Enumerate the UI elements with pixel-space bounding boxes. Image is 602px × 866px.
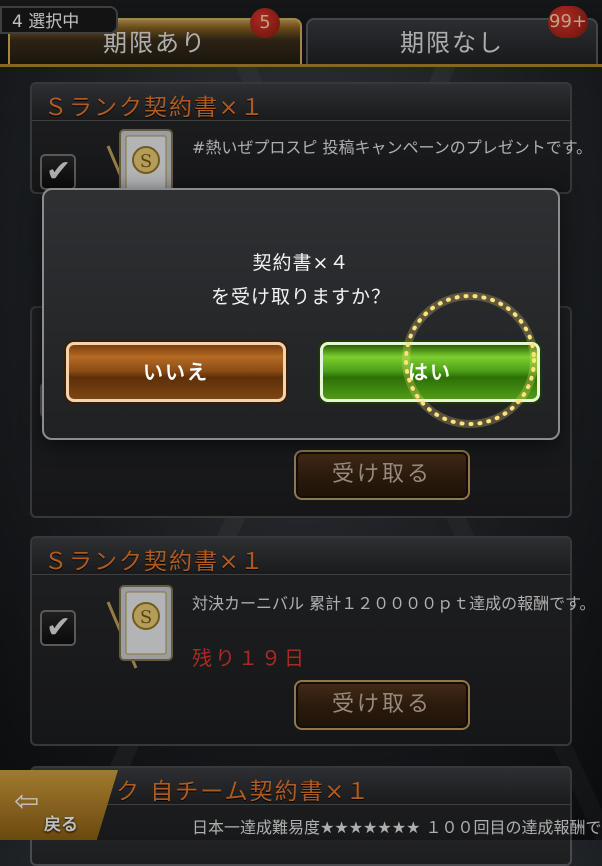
selection-counter: 4 選択中 <box>0 6 118 34</box>
check-icon: ✔ <box>46 154 72 189</box>
tab-no-expiry-label: 期限なし <box>400 29 504 57</box>
gift-card-2-receive-button[interactable]: 受け取る <box>294 450 470 500</box>
gift-card-3-receive-button[interactable]: 受け取る <box>294 680 470 730</box>
selection-label: 選択中 <box>28 12 80 32</box>
tab-bar: 期限あり 5 期限なし 99+ 4 選択中 <box>0 0 602 67</box>
check-icon: ✔ <box>46 610 72 645</box>
tab-with-expiry-label: 期限あり <box>103 29 207 57</box>
contract-card-icon: S <box>106 585 173 669</box>
dialog-message-line2: を受け取りますか？ <box>210 286 391 308</box>
gift-card-3-checkbox[interactable]: ✔ <box>40 610 76 646</box>
gift-card-1-title: Ｓランク契約書×１ <box>44 95 266 121</box>
gift-card-1-description: #熱いぜプロスピ 投稿キャンペーンのプレゼントです。 <box>192 138 593 157</box>
back-button-label: 戻る <box>44 815 78 835</box>
gift-card-1: Ｓランク契約書×１ #熱いぜプロスピ 投稿キャンペーンのプレゼントです。 ✔ S <box>30 82 592 213</box>
gift-card-4-description: 日本一達成難易度★★★★★★★ １００回目の達成報酬です <box>192 818 602 837</box>
gift-card-1-checkbox[interactable]: ✔ <box>40 154 76 190</box>
confirm-dialog: 契約書×４ を受け取りますか？ いいえ はい <box>42 188 560 440</box>
tab-no-expiry-badge: 99+ <box>548 6 588 38</box>
gift-card-3-title: Ｓランク契約書×１ <box>44 549 266 575</box>
svg-text:S: S <box>140 607 152 628</box>
gift-card-3: Ｓランク契約書×１ 対決カーニバル 累計１２００００ｐｔ達成の報酬です。 残り１… <box>30 536 596 746</box>
svg-text:S: S <box>140 151 152 172</box>
back-arrow-icon: ⇦ <box>14 784 40 819</box>
gift-card-4-title: ク 自チーム契約書×１ <box>116 779 371 805</box>
dialog-message-line1: 契約書×４ <box>252 252 350 274</box>
selection-count: 4 <box>12 12 23 32</box>
tab-with-expiry-badge: 5 <box>250 8 280 38</box>
no-button[interactable]: いいえ <box>66 342 286 402</box>
gift-card-3-remaining: 残り１９日 <box>192 646 307 670</box>
yes-button[interactable]: はい <box>320 342 540 402</box>
gift-card-3-description: 対決カーニバル 累計１２００００ｐｔ達成の報酬です。 <box>192 594 596 613</box>
